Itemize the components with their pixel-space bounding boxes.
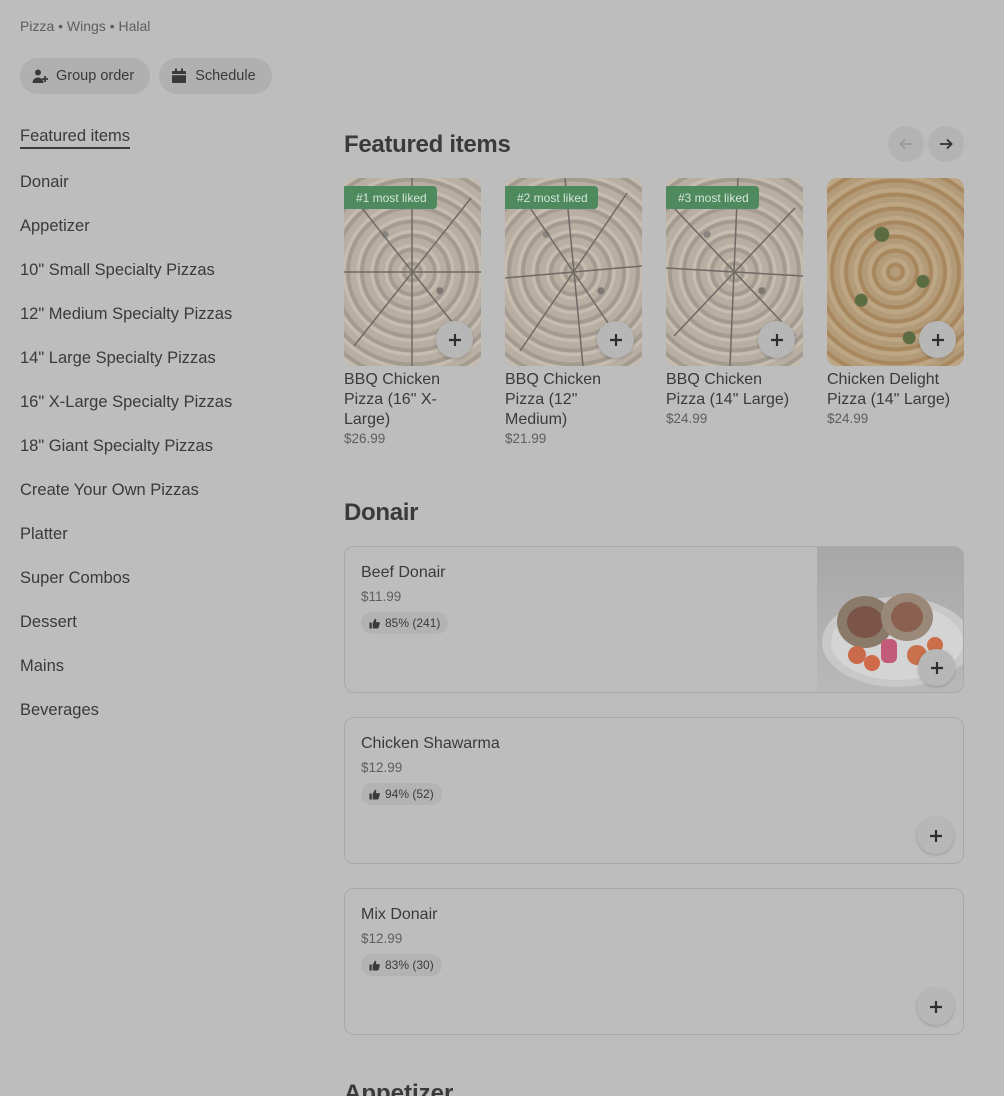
plus-icon <box>929 1000 942 1013</box>
rating-badge: 94% (52) <box>361 783 442 805</box>
add-item-button[interactable] <box>597 321 634 358</box>
featured-section-title: Featured items <box>344 131 511 158</box>
most-liked-badge: #3 most liked <box>666 186 759 209</box>
featured-item-card[interactable]: #2 most liked BBQ Chicken Pizza (12" Med… <box>505 178 642 446</box>
donair-image <box>817 547 963 692</box>
sidebar-item-label: Appetizer <box>20 216 90 235</box>
menu-item-card[interactable]: Beef Donair $11.99 85% (241) <box>344 546 964 693</box>
item-price: $24.99 <box>827 411 869 426</box>
sidebar-item-label: Featured items <box>20 127 131 149</box>
plus-icon <box>448 333 461 346</box>
sidebar-item-super-combos[interactable]: Super Combos <box>20 556 300 600</box>
item-name: Chicken Shawarma <box>361 735 500 752</box>
sidebar-item-dessert[interactable]: Dessert <box>20 600 300 644</box>
store-tags: Pizza • Wings • Halal <box>20 18 151 34</box>
add-item-button[interactable] <box>758 321 795 358</box>
featured-item-card[interactable]: #1 most liked BBQ Chicken Pizza (16" X-L… <box>344 178 481 446</box>
sidebar-item-platter[interactable]: Platter <box>20 512 300 556</box>
group-order-label: Group order <box>56 68 135 84</box>
plus-icon <box>930 661 943 674</box>
add-item-button[interactable] <box>436 321 473 358</box>
sidebar-item-create-your-own[interactable]: Create Your Own Pizzas <box>20 468 300 512</box>
item-price: $26.99 <box>344 431 386 446</box>
thumbs-up-icon <box>369 960 380 971</box>
add-item-button[interactable] <box>918 649 955 686</box>
sidebar-item-label: 14" Large Specialty Pizzas <box>20 348 216 367</box>
group-order-icon <box>32 69 48 83</box>
item-name: Mix Donair <box>361 906 438 923</box>
sidebar-item-label: Mains <box>20 656 65 675</box>
rating-badge: 85% (241) <box>361 612 449 634</box>
rating-text: 83% (30) <box>385 958 434 972</box>
rating-text: 85% (241) <box>385 616 441 630</box>
featured-carousel: #1 most liked BBQ Chicken Pizza (16" X-L… <box>344 178 964 446</box>
sidebar-item-appetizer[interactable]: Appetizer <box>20 204 300 248</box>
sidebar-item-medium-pizzas[interactable]: 12" Medium Specialty Pizzas <box>20 292 300 336</box>
sidebar-item-label: 12" Medium Specialty Pizzas <box>20 304 233 323</box>
plus-icon <box>929 829 942 842</box>
sidebar-item-giant-pizzas[interactable]: 18" Giant Specialty Pizzas <box>20 424 300 468</box>
item-name: Chicken Delight Pizza (14" Large) <box>827 371 951 408</box>
sidebar-item-donair[interactable]: Donair <box>20 160 300 204</box>
item-price: $12.99 <box>361 760 403 775</box>
add-item-button[interactable] <box>919 321 956 358</box>
item-name: BBQ Chicken Pizza (14" Large) <box>666 371 790 408</box>
sidebar-item-label: Dessert <box>20 612 77 631</box>
menu-item-card[interactable]: Mix Donair $12.99 83% (30) <box>344 888 964 1035</box>
sidebar-item-beverages[interactable]: Beverages <box>20 688 300 732</box>
pizza-image: #2 most liked <box>505 178 642 366</box>
arrow-left-icon <box>899 138 912 150</box>
calendar-icon <box>172 68 187 83</box>
menu-item-card[interactable]: Chicken Shawarma $12.99 94% (52) <box>344 717 964 864</box>
pizza-image <box>827 178 964 366</box>
sidebar-item-label: 16" X-Large Specialty Pizzas <box>20 392 233 411</box>
schedule-button[interactable]: Schedule <box>159 58 272 94</box>
plus-icon <box>931 333 944 346</box>
plus-icon <box>770 333 783 346</box>
sidebar-item-label: Donair <box>20 172 69 191</box>
item-name: Beef Donair <box>361 564 446 581</box>
schedule-label: Schedule <box>195 68 256 84</box>
sidebar-item-label: Platter <box>20 524 68 543</box>
thumbs-up-icon <box>369 789 380 800</box>
add-item-button[interactable] <box>917 817 954 854</box>
sidebar-item-label: 18" Giant Specialty Pizzas <box>20 436 213 455</box>
thumbs-up-icon <box>369 618 380 629</box>
category-sidebar: Featured items Donair Appetizer 10" Smal… <box>20 116 300 732</box>
most-liked-badge: #2 most liked <box>505 186 598 209</box>
plus-icon <box>609 333 622 346</box>
item-price: $24.99 <box>666 411 708 426</box>
featured-item-card[interactable]: #3 most liked BBQ Chicken Pizza (14" Lar… <box>666 178 803 446</box>
sidebar-item-large-pizzas[interactable]: 14" Large Specialty Pizzas <box>20 336 300 380</box>
arrow-right-icon <box>940 138 953 150</box>
store-actions: Group order Schedule <box>20 58 272 94</box>
appetizer-section-title: Appetizer <box>344 1080 454 1096</box>
carousel-prev-button[interactable] <box>888 126 924 162</box>
sidebar-item-mains[interactable]: Mains <box>20 644 300 688</box>
carousel-next-button[interactable] <box>928 126 964 162</box>
featured-item-card[interactable]: Chicken Delight Pizza (14" Large) $24.99 <box>827 178 964 446</box>
sidebar-item-label: Beverages <box>20 700 99 719</box>
group-order-button[interactable]: Group order <box>20 58 151 94</box>
item-price: $21.99 <box>505 431 547 446</box>
donair-section-title: Donair <box>344 499 419 526</box>
add-item-button[interactable] <box>917 988 954 1025</box>
most-liked-badge: #1 most liked <box>344 186 437 209</box>
sidebar-item-label: Create Your Own Pizzas <box>20 480 199 499</box>
sidebar-item-featured-items[interactable]: Featured items <box>20 116 300 160</box>
sidebar-item-label: 10" Small Specialty Pizzas <box>20 260 215 279</box>
item-name: BBQ Chicken Pizza (16" X-Large) <box>344 371 441 428</box>
sidebar-item-small-pizzas[interactable]: 10" Small Specialty Pizzas <box>20 248 300 292</box>
rating-text: 94% (52) <box>385 787 434 801</box>
pizza-image: #3 most liked <box>666 178 803 366</box>
item-name: BBQ Chicken Pizza (12" Medium) <box>505 371 602 428</box>
sidebar-item-label: Super Combos <box>20 568 131 587</box>
item-price: $11.99 <box>361 589 402 604</box>
rating-badge: 83% (30) <box>361 954 442 976</box>
sidebar-item-xlarge-pizzas[interactable]: 16" X-Large Specialty Pizzas <box>20 380 300 424</box>
item-price: $12.99 <box>361 931 403 946</box>
pizza-image: #1 most liked <box>344 178 481 366</box>
